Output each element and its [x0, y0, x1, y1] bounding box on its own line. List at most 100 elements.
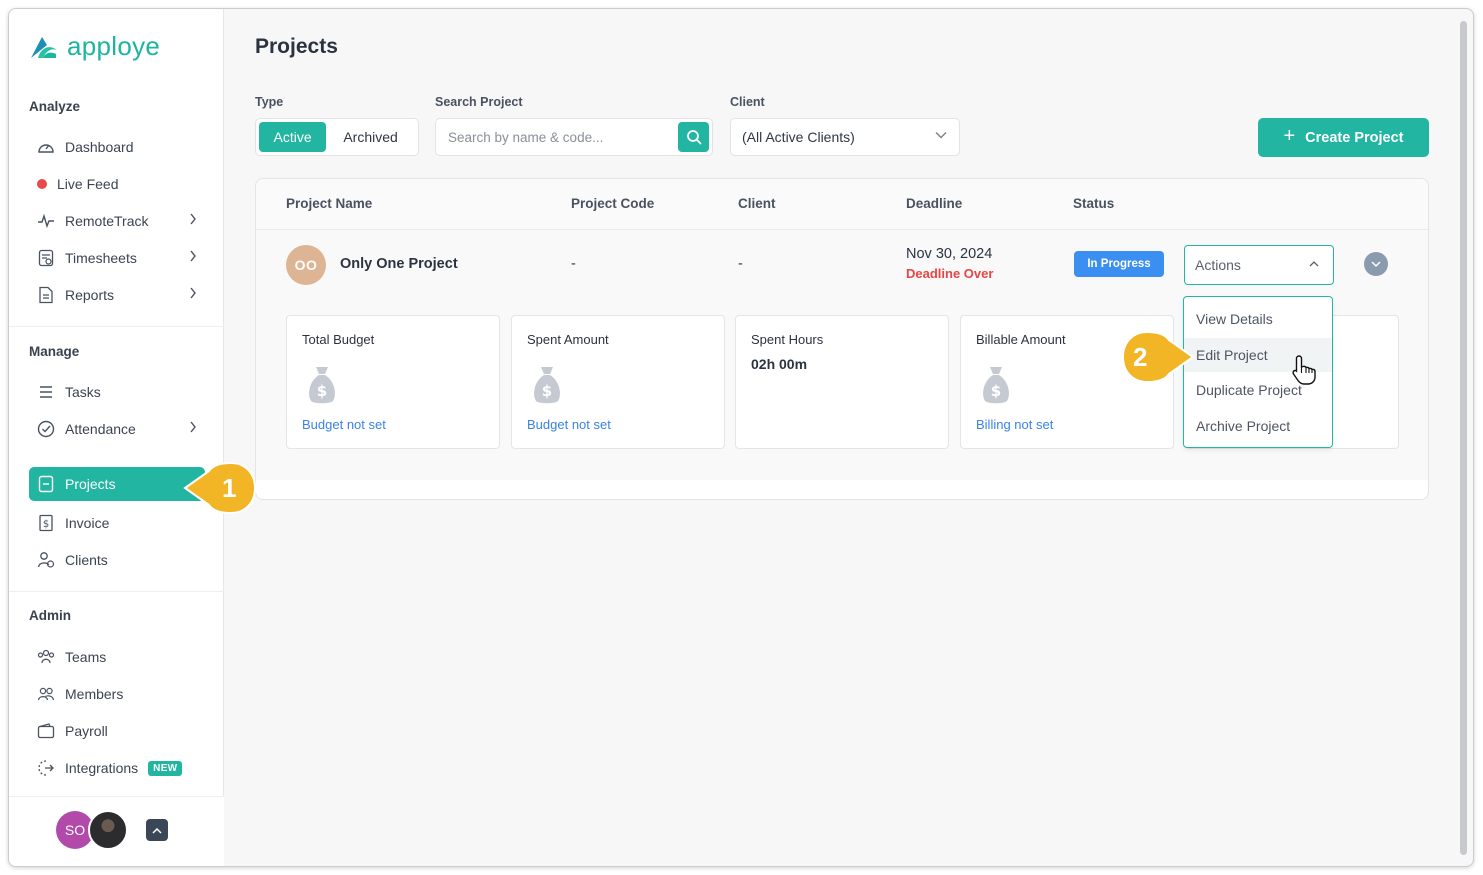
sidebar-item-projects[interactable]: Projects — [29, 467, 205, 501]
stat-title: Spent Amount — [527, 332, 609, 347]
client-select[interactable]: (All Active Clients) — [730, 118, 960, 156]
pulse-icon — [35, 210, 57, 232]
sidebar-item-teams[interactable]: Teams — [29, 640, 205, 674]
sidebar: apploye Analyze Dashboard Live Feed Remo… — [9, 9, 224, 866]
spent-hours-card: Spent Hours 02h 00m — [735, 315, 949, 449]
sidebar-item-attendance[interactable]: Attendance — [29, 412, 205, 446]
chevron-right-icon — [190, 213, 196, 225]
sidebar-item-dashboard[interactable]: Dashboard — [29, 130, 205, 164]
total-budget-card: Total Budget $ Budget not set — [286, 315, 500, 449]
search-button[interactable] — [678, 122, 709, 152]
sidebar-item-label: Reports — [65, 287, 115, 303]
page-title: Projects — [255, 35, 338, 58]
apploye-logo-icon — [31, 36, 57, 58]
svg-text:$: $ — [991, 382, 1001, 400]
sidebar-item-label: Timesheets — [65, 250, 137, 266]
header-client: Client — [738, 196, 776, 211]
svg-text:$: $ — [542, 382, 552, 400]
stat-title: Total Budget — [302, 332, 375, 347]
svg-text:$: $ — [43, 519, 49, 530]
hand-cursor-icon — [1292, 355, 1316, 385]
chevron-down-icon — [1371, 260, 1381, 267]
budget-not-set-link[interactable]: Budget not set — [302, 417, 386, 432]
project-avatar: OO — [286, 245, 326, 285]
dashboard-icon — [35, 136, 57, 158]
chevron-right-icon — [190, 287, 196, 299]
table-header: Project Name Project Code Client Deadlin… — [256, 179, 1428, 230]
sidebar-item-label: Dashboard — [65, 139, 134, 155]
money-bag-icon: $ — [309, 367, 335, 404]
tasks-icon — [35, 381, 57, 403]
integrations-icon — [35, 757, 57, 779]
type-active-option[interactable]: Active — [259, 122, 327, 152]
sidebar-item-label: Members — [65, 686, 124, 702]
budget-not-set-link[interactable]: Budget not set — [527, 417, 611, 432]
sidebar-item-label: Invoice — [65, 515, 110, 531]
client-select-value: (All Active Clients) — [742, 129, 855, 145]
sidebar-item-timesheets[interactable]: Timesheets — [29, 241, 205, 275]
sidebar-item-label: Live Feed — [57, 176, 119, 192]
sidebar-item-tasks[interactable]: Tasks — [29, 375, 205, 409]
chevron-up-icon — [1309, 261, 1319, 267]
sidebar-item-live-feed[interactable]: Live Feed — [29, 167, 205, 201]
wallet-icon — [35, 720, 57, 742]
chevron-down-icon — [935, 132, 947, 139]
sidebar-item-integrations[interactable]: Integrations NEW — [29, 751, 205, 785]
sidebar-item-label: Clients — [65, 552, 108, 568]
money-bag-icon: $ — [983, 367, 1009, 404]
menu-item-view-details[interactable]: View Details — [1184, 302, 1332, 336]
spent-amount-card: Spent Amount $ Budget not set — [511, 315, 725, 449]
actions-dropdown[interactable]: Actions — [1184, 245, 1334, 285]
spent-hours-value: 02h 00m — [751, 356, 808, 372]
header-deadline: Deadline — [906, 196, 963, 211]
section-manage: Manage — [29, 344, 80, 359]
create-project-label: Create Project — [1305, 129, 1404, 146]
section-analyze: Analyze — [29, 99, 81, 114]
user-avatar-photo[interactable] — [88, 810, 128, 850]
client-filter-label: Client — [730, 95, 765, 109]
billing-not-set-link[interactable]: Billing not set — [976, 417, 1053, 432]
new-badge: NEW — [148, 760, 183, 776]
sidebar-item-payroll[interactable]: Payroll — [29, 714, 205, 748]
sidebar-item-clients[interactable]: Clients — [29, 543, 205, 577]
attendance-icon — [35, 418, 57, 440]
sidebar-divider — [9, 326, 224, 327]
clients-icon — [35, 549, 57, 571]
projects-icon — [35, 473, 57, 495]
deadline-over-note: Deadline Over — [906, 266, 994, 281]
sidebar-item-label: Tasks — [65, 384, 101, 400]
teams-icon — [35, 646, 57, 668]
money-bag-icon: $ — [534, 367, 560, 404]
search-icon — [686, 130, 701, 145]
header-project-code: Project Code — [571, 196, 655, 211]
menu-item-archive-project[interactable]: Archive Project — [1184, 409, 1332, 443]
expand-row-button[interactable] — [1364, 252, 1388, 276]
live-dot-icon — [35, 173, 49, 195]
project-name[interactable]: Only One Project — [340, 256, 458, 272]
chevron-right-icon — [190, 250, 196, 262]
members-icon — [35, 683, 57, 705]
step-1-number: 1 — [222, 473, 237, 503]
search-project-label: Search Project — [435, 95, 523, 109]
type-archived-option[interactable]: Archived — [326, 122, 415, 152]
header-project-name: Project Name — [286, 196, 373, 211]
chevron-right-icon — [190, 421, 196, 433]
deadline-date: Nov 30, 2024 — [906, 246, 993, 262]
collapse-toggle-button[interactable] — [146, 819, 168, 841]
project-client: - — [738, 256, 743, 272]
sidebar-item-remotetrack[interactable]: RemoteTrack — [29, 204, 205, 238]
search-input[interactable] — [448, 127, 668, 147]
sidebar-item-reports[interactable]: Reports — [29, 278, 205, 312]
logo-text: apploye — [67, 31, 161, 61]
sidebar-item-members[interactable]: Members — [29, 677, 205, 711]
vertical-scrollbar[interactable] — [1460, 21, 1467, 855]
sidebar-item-label: Payroll — [65, 723, 108, 739]
sidebar-item-invoice[interactable]: $ Invoice — [29, 506, 205, 540]
chevron-up-icon — [152, 827, 162, 834]
create-project-button[interactable]: + Create Project — [1258, 118, 1429, 157]
svg-text:$: $ — [317, 382, 327, 400]
logo[interactable]: apploye — [29, 31, 160, 62]
type-toggle: Active Archived — [255, 118, 419, 156]
timesheet-icon — [35, 247, 57, 269]
step-2-callout — [1121, 330, 1195, 384]
